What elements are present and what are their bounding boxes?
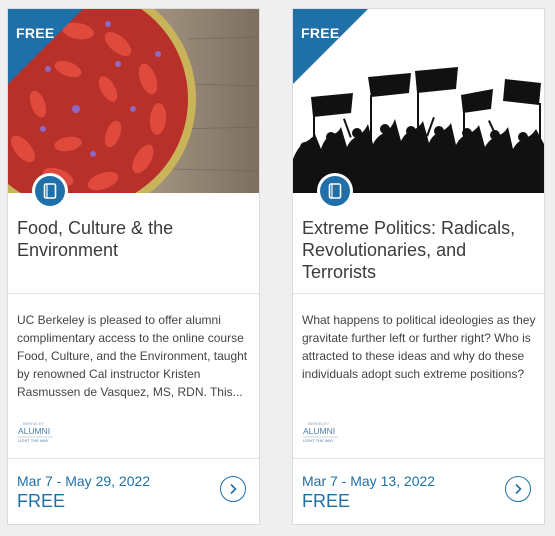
course-title[interactable]: Food, Culture & the Environment [17, 217, 251, 261]
svg-text:LIGHT THE WAY: LIGHT THE WAY [303, 438, 334, 443]
free-badge: FREE [301, 25, 340, 41]
course-type-badge [32, 173, 68, 209]
berkeley-alumni-logo: BERKELEY ALUMNI LIGHT THE WAY [302, 419, 340, 449]
book-icon [328, 183, 342, 199]
course-type-badge [317, 173, 353, 209]
open-course-button[interactable] [505, 476, 531, 502]
course-dates: Mar 7 - May 13, 2022 [302, 473, 436, 489]
course-card[interactable]: FREE Food, Culture & the Environment UC … [7, 8, 260, 525]
course-image[interactable]: FREE [8, 9, 259, 193]
divider [293, 293, 544, 294]
free-badge: FREE [16, 25, 55, 41]
divider [8, 458, 259, 459]
course-description: What happens to political ideologies as … [302, 313, 536, 381]
free-ribbon [8, 9, 83, 84]
open-course-button[interactable] [220, 476, 246, 502]
course-title[interactable]: Extreme Politics: Radicals, Revolutionar… [302, 217, 536, 283]
course-card[interactable]: FREE Extreme Politics: Radicals, Revolut… [292, 8, 545, 525]
divider [293, 458, 544, 459]
course-price: FREE [17, 491, 66, 511]
svg-text:LIGHT THE WAY: LIGHT THE WAY [18, 438, 49, 443]
course-price: FREE [302, 491, 351, 511]
svg-text:ALUMNI: ALUMNI [303, 426, 335, 436]
course-image[interactable]: FREE [293, 9, 544, 193]
chevron-right-icon [515, 483, 522, 495]
book-icon [43, 183, 57, 199]
berkeley-alumni-logo: BERKELEY ALUMNI LIGHT THE WAY [17, 419, 55, 449]
svg-text:ALUMNI: ALUMNI [18, 426, 50, 436]
divider [8, 293, 259, 294]
free-ribbon [293, 9, 368, 84]
course-description: UC Berkeley is pleased to offer alumni c… [17, 313, 248, 399]
course-dates: Mar 7 - May 29, 2022 [17, 473, 151, 489]
chevron-right-icon [230, 483, 237, 495]
